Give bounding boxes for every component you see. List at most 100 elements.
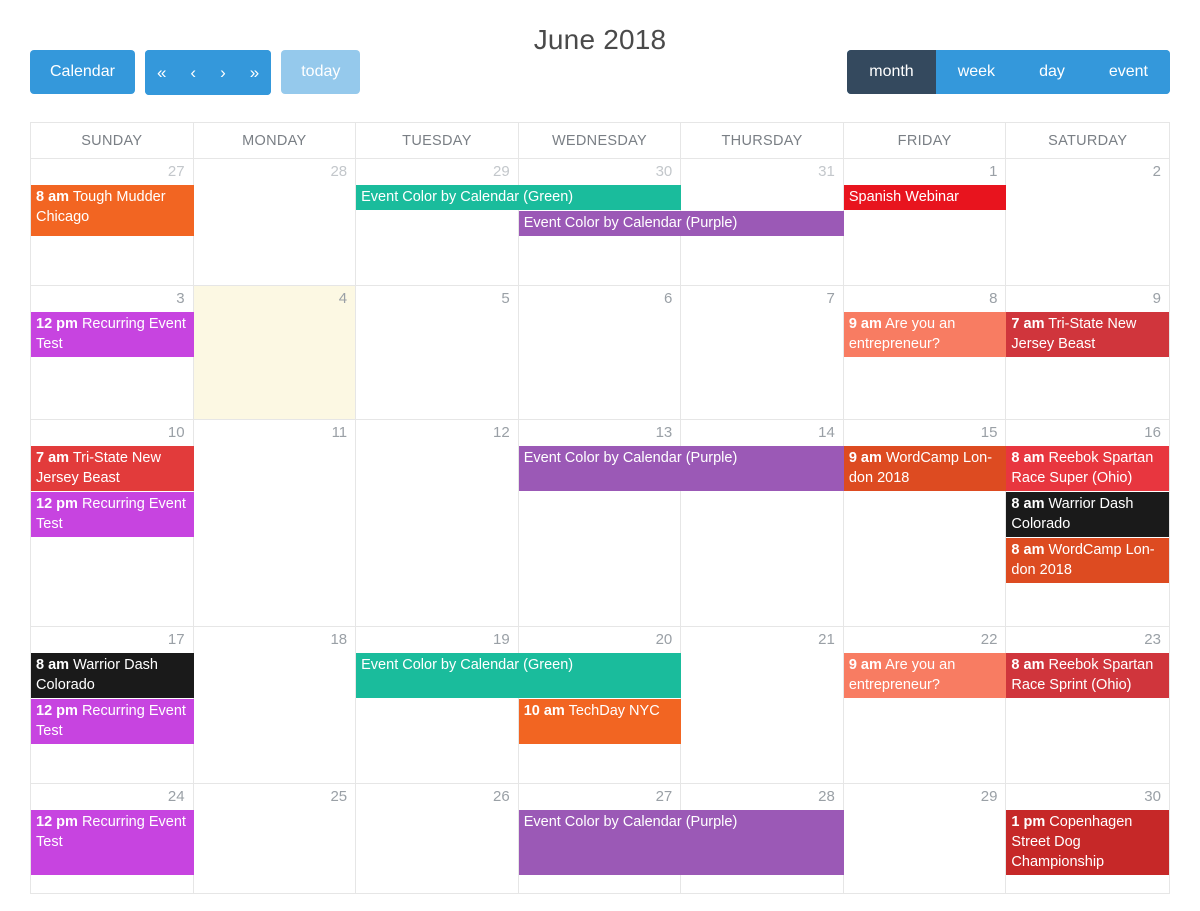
day-number[interactable]: 11: [332, 424, 348, 441]
calendar-event[interactable]: 8 am WordCamp Lon­don 2018: [1006, 538, 1169, 583]
toolbar-left-group: Calendar « ‹ › » today: [30, 50, 361, 95]
day-number[interactable]: 5: [501, 290, 509, 307]
calendar-event[interactable]: 8 am Warrior Dash Colorado: [31, 653, 194, 698]
day-number[interactable]: 12: [493, 424, 510, 441]
calendar-button[interactable]: Calendar: [30, 50, 135, 94]
next-year-button[interactable]: »: [237, 50, 272, 95]
calendar-event[interactable]: 12 pm Recurring Event Test: [31, 312, 194, 357]
day-cell[interactable]: 1: [844, 159, 1007, 285]
day-cell[interactable]: 11: [194, 420, 357, 626]
event-title: Event Color by Calendar (Purple): [523, 215, 738, 231]
day-number[interactable]: 22: [981, 631, 998, 648]
day-number[interactable]: 28: [330, 163, 347, 180]
calendar-page: Calendar « ‹ › » today June 2018 month we…: [0, 0, 1200, 911]
calendar-event[interactable]: 1 pm Copenhagen Street Dog Championship: [1006, 810, 1169, 875]
day-number[interactable]: 27: [168, 163, 185, 180]
day-number[interactable]: 2: [1153, 163, 1161, 180]
day-number[interactable]: 3: [176, 290, 184, 307]
day-number[interactable]: 29: [981, 788, 998, 805]
event-time: 1 pm: [1011, 814, 1046, 830]
event-time: 8 am: [36, 657, 70, 673]
view-button-month[interactable]: month: [847, 50, 936, 94]
view-button-day[interactable]: day: [1017, 50, 1087, 94]
day-cell[interactable]: 19: [356, 627, 519, 783]
day-number[interactable]: 23: [1144, 631, 1161, 648]
calendar-event[interactable]: 10 am TechDay NYC: [518, 699, 682, 744]
calendar-event[interactable]: 12 pm Recurring Event Test: [31, 810, 194, 875]
event-time: 7 am: [36, 450, 70, 466]
day-number[interactable]: 4: [339, 290, 347, 307]
day-header-saturday: SATURDAY: [1048, 133, 1128, 149]
day-number[interactable]: 17: [168, 631, 185, 648]
calendar-event[interactable]: 7 am Tri-State New Jersey Beast: [31, 446, 194, 491]
prev-year-button[interactable]: «: [144, 50, 179, 95]
day-cell[interactable]: 23: [1006, 627, 1169, 783]
day-number[interactable]: 29: [493, 163, 510, 180]
day-number[interactable]: 6: [664, 290, 672, 307]
calendar-event[interactable]: 8 am Reebok Spartan Race Sprint (Ohio): [1006, 653, 1169, 698]
today-button[interactable]: today: [281, 50, 361, 94]
day-cell[interactable]: 28: [194, 159, 357, 285]
calendar-event[interactable]: 8 am Tough Mudder Chicago: [31, 185, 194, 236]
day-cell[interactable]: 6: [519, 286, 682, 419]
calendar-event[interactable]: 9 am Are you an entrepreneur?: [843, 653, 1007, 698]
day-cell[interactable]: 22: [844, 627, 1007, 783]
day-number[interactable]: 7: [827, 290, 835, 307]
calendar-event[interactable]: 7 am Tri-State New Jersey Beast: [1006, 312, 1169, 357]
day-number[interactable]: 30: [656, 163, 673, 180]
calendar-event[interactable]: 8 am Warrior Dash Colorado: [1006, 492, 1169, 537]
calendar-event[interactable]: Event Color by Calendar (Green): [356, 653, 682, 698]
event-time: 12 pm: [36, 316, 78, 332]
day-number[interactable]: 18: [330, 631, 347, 648]
day-header-wednesday: WEDNESDAY: [519, 123, 682, 158]
day-number[interactable]: 30: [1144, 788, 1161, 805]
day-number[interactable]: 31: [818, 163, 835, 180]
view-button-event[interactable]: event: [1086, 50, 1170, 94]
calendar-event[interactable]: 12 pm Recurring Event Test: [31, 492, 194, 537]
next-month-button[interactable]: ›: [208, 50, 238, 95]
day-number[interactable]: 13: [656, 424, 673, 441]
day-header-tuesday: TUESDAY: [356, 123, 519, 158]
calendar-event[interactable]: 12 pm Recurring Event Test: [31, 699, 194, 744]
event-time: 9 am: [848, 450, 882, 466]
day-cell[interactable]: 7: [681, 286, 844, 419]
day-number[interactable]: 8: [989, 290, 997, 307]
event-time: 10 am: [523, 703, 565, 719]
day-number[interactable]: 27: [656, 788, 673, 805]
day-cell[interactable]: 21: [681, 627, 844, 783]
day-number[interactable]: 24: [168, 788, 185, 805]
calendar-event[interactable]: Event Color by Calendar (Green): [356, 185, 682, 210]
day-number[interactable]: 14: [818, 424, 835, 441]
calendar-event[interactable]: Event Color by Calendar (Purple): [518, 446, 844, 491]
day-number[interactable]: 15: [981, 424, 998, 441]
calendar-event[interactable]: Event Color by Calendar (Purple): [518, 810, 844, 875]
day-number[interactable]: 21: [818, 631, 835, 648]
calendar-event[interactable]: 9 am Are you an entrepreneur?: [843, 312, 1007, 357]
prev-month-button[interactable]: ‹: [178, 50, 209, 95]
day-cell[interactable]: 12: [356, 420, 519, 626]
day-number[interactable]: 28: [818, 788, 835, 805]
day-number[interactable]: 19: [493, 631, 510, 648]
calendar-event[interactable]: Spanish Webinar: [843, 185, 1007, 210]
calendar-event[interactable]: 9 am WordCamp Lon­don 2018: [843, 446, 1007, 491]
calendar-event[interactable]: Event Color by Calendar (Purple): [518, 211, 844, 236]
view-button-week[interactable]: week: [935, 50, 1018, 94]
day-cell[interactable]: 4: [193, 286, 357, 419]
day-number[interactable]: 25: [330, 788, 347, 805]
day-number[interactable]: 26: [493, 788, 510, 805]
month-grid: SUNDAY MONDAY TUESDAY WEDNESDAY THURSDAY FRID…: [30, 122, 1170, 894]
day-cell[interactable]: 25: [194, 784, 357, 893]
day-number[interactable]: 10: [168, 424, 185, 441]
day-number[interactable]: 20: [656, 631, 673, 648]
event-title: Event Color by Calendar (Green): [361, 657, 574, 673]
calendar-event[interactable]: 8 am Reebok Spartan Race Super (Ohio): [1006, 446, 1169, 491]
day-cell[interactable]: 29: [844, 784, 1007, 893]
day-number[interactable]: 16: [1144, 424, 1161, 441]
day-cell[interactable]: 2: [1006, 159, 1169, 285]
day-cell[interactable]: 5: [356, 286, 519, 419]
day-cell[interactable]: 26: [356, 784, 519, 893]
day-cell[interactable]: 29: [356, 159, 519, 285]
day-number[interactable]: 1: [989, 163, 997, 180]
day-number[interactable]: 9: [1153, 290, 1161, 307]
day-cell[interactable]: 18: [194, 627, 357, 783]
